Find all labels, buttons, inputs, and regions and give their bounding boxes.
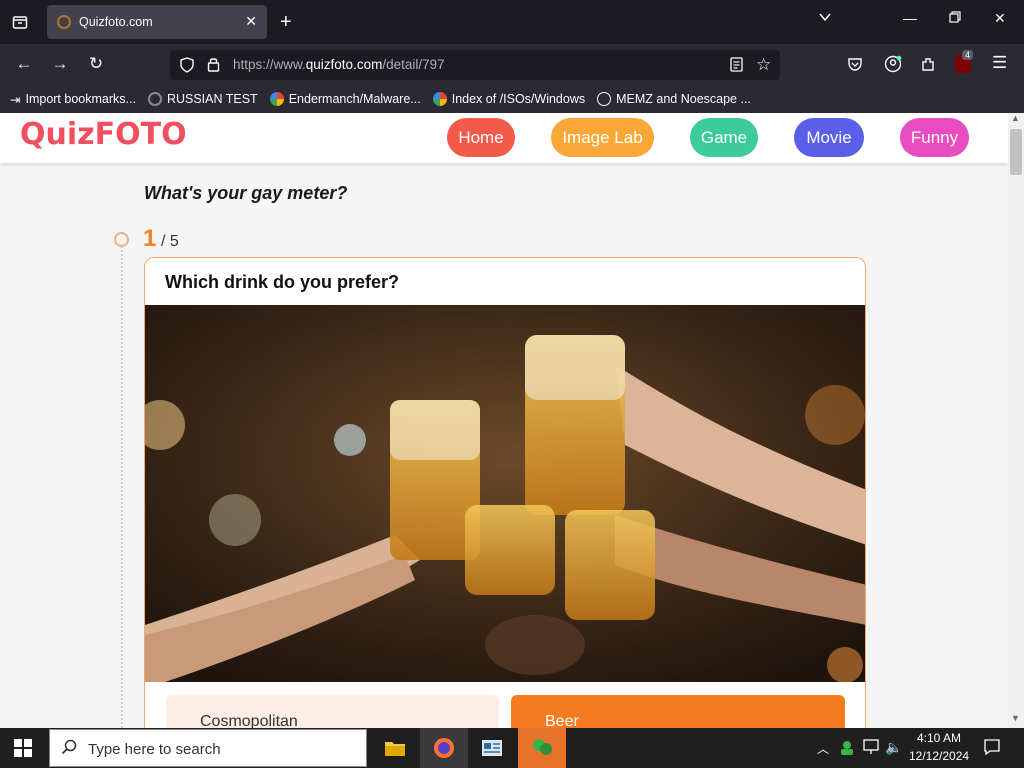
site-header: QuizFOTO Home Image Lab Game Movie Funny <box>0 113 1008 163</box>
progress-timeline <box>121 243 123 728</box>
tab-list-icon[interactable] <box>8 10 32 34</box>
bookmark-item[interactable]: ⇥ Import bookmarks... <box>10 92 136 107</box>
forward-icon[interactable]: → <box>48 52 72 76</box>
taskbar-search-box[interactable]: Type here to search <box>49 729 367 767</box>
choice-button[interactable]: Cosmopolitan <box>166 695 499 728</box>
import-icon: ⇥ <box>10 92 21 107</box>
network-icon[interactable] <box>863 739 881 758</box>
scroll-up-icon[interactable]: ▲ <box>1011 113 1020 123</box>
extensions-icon[interactable] <box>920 55 938 78</box>
scroll-down-icon[interactable]: ▼ <box>1011 713 1020 723</box>
hamburger-menu-icon[interactable]: ☰ <box>992 53 1007 73</box>
page-content: QuizFOTO Home Image Lab Game Movie Funny… <box>0 113 1008 728</box>
reader-view-icon[interactable] <box>730 57 743 77</box>
tab-favicon-icon <box>57 15 71 29</box>
bookmark-label: Endermanch/Malware... <box>288 92 421 106</box>
choice-button-selected[interactable]: Beer <box>511 695 845 728</box>
url-domain: quizfoto.com <box>305 57 383 72</box>
bookmark-star-icon[interactable]: ☆ <box>756 55 771 75</box>
question-total: / 5 <box>161 233 179 250</box>
google-icon <box>269 92 284 106</box>
nav-image-lab-button[interactable]: Image Lab <box>551 118 654 157</box>
nav-movie-button[interactable]: Movie <box>794 118 864 157</box>
url-prefix: https://www. <box>233 57 306 72</box>
list-all-tabs-chevron-icon[interactable] <box>818 10 832 27</box>
question-card: Which drink do you prefer? Cosmopolitan … <box>144 257 866 728</box>
notifications-icon[interactable] <box>983 738 1001 759</box>
bookmark-item[interactable]: MEMZ and Noescape ... <box>597 92 751 106</box>
reload-icon[interactable]: ↻ <box>84 52 108 76</box>
nav-home-button[interactable]: Home <box>447 118 515 157</box>
question-text: Which drink do you prefer? <box>165 272 400 292</box>
bookmark-item[interactable]: RUSSIAN TEST <box>147 92 258 106</box>
shield-icon[interactable] <box>180 57 194 78</box>
nav-game-button[interactable]: Game <box>690 118 758 157</box>
tab-title: Quizfoto.com <box>79 15 153 29</box>
globe-icon <box>597 92 612 106</box>
active-tab[interactable]: Quizfoto.com ✕ <box>47 5 267 39</box>
bookmark-item[interactable]: Index of /ISOs/Windows <box>432 92 586 106</box>
firefox-icon[interactable] <box>420 728 468 768</box>
game-app-icon[interactable] <box>518 728 566 768</box>
url-path: /detail/797 <box>382 57 445 72</box>
file-explorer-icon[interactable] <box>371 728 419 768</box>
bookmark-label: Import bookmarks... <box>25 92 136 106</box>
beer-toast-photo <box>145 305 865 682</box>
restore-icon[interactable] <box>949 10 961 26</box>
page-scrollbar[interactable]: ▲ ▼ <box>1008 113 1024 728</box>
scrollbar-thumb[interactable] <box>1010 129 1022 175</box>
news-app-icon[interactable] <box>468 728 516 768</box>
close-window-icon[interactable]: ✕ <box>994 10 1006 27</box>
quiz-title: What's your gay meter? <box>144 183 348 203</box>
url-text[interactable]: https://www.quizfoto.com/detail/797 <box>233 57 445 72</box>
step-dot-icon <box>114 232 129 247</box>
browser-tab-bar: Quizfoto.com ✕ + — ✕ <box>0 0 1024 44</box>
browser-nav-bar: ← → ↻ https://www.quizfoto.com/detail/79… <box>0 44 1024 85</box>
url-bar[interactable]: https://www.quizfoto.com/detail/797 ☆ <box>170 50 780 80</box>
pocket-icon[interactable] <box>847 56 863 77</box>
page-icon <box>147 92 162 106</box>
lock-icon[interactable] <box>207 56 220 77</box>
bookmark-label: RUSSIAN TEST <box>166 92 258 106</box>
search-icon <box>61 739 77 759</box>
bookmark-label: Index of /ISOs/Windows <box>451 92 586 106</box>
bookmark-label: MEMZ and Noescape ... <box>616 92 751 106</box>
tray-app-icon[interactable] <box>838 738 856 759</box>
minimize-icon[interactable]: — <box>903 10 917 26</box>
tray-overflow-chevron-icon[interactable]: ︿ <box>817 740 829 757</box>
new-tab-icon[interactable]: + <box>280 10 292 34</box>
account-icon[interactable] <box>884 55 902 78</box>
site-logo[interactable]: QuizFOTO <box>20 117 187 152</box>
clock-date[interactable]: 12/12/2024 <box>909 749 969 763</box>
back-icon[interactable]: ← <box>12 52 36 76</box>
tab-close-icon[interactable]: ✕ <box>245 13 257 30</box>
search-placeholder: Type here to search <box>88 741 221 758</box>
clock-time[interactable]: 4:10 AM <box>916 731 962 745</box>
bookmarks-toolbar: ⇥ Import bookmarks... RUSSIAN TEST Ender… <box>0 85 1024 113</box>
windows-taskbar: Type here to search ︿ 🔈 4:10 AM 12/12/20… <box>0 728 1024 768</box>
question-number: 1 <box>143 225 157 252</box>
volume-icon[interactable]: 🔈 <box>885 739 902 756</box>
bookmark-item[interactable]: Endermanch/Malware... <box>269 92 421 106</box>
nav-funny-button[interactable]: Funny <box>900 118 969 157</box>
windows-start-icon[interactable] <box>14 739 32 762</box>
extension-badge: 4 <box>962 50 974 60</box>
google-icon <box>432 92 447 106</box>
